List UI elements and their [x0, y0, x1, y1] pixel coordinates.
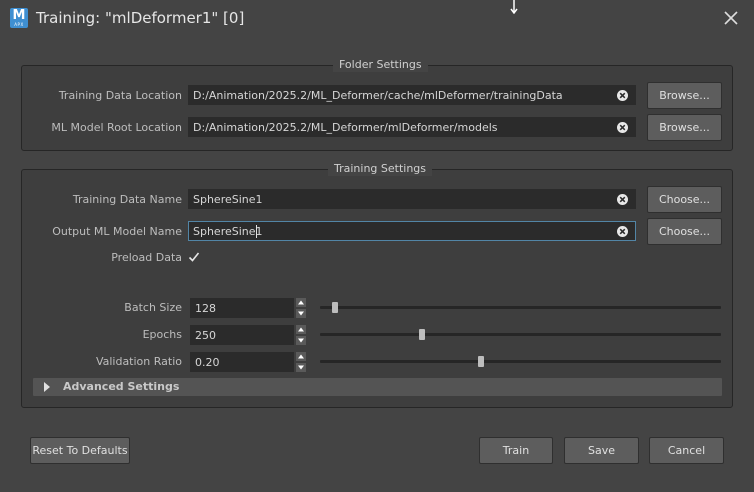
output-ml-model-name-value: SphereSine1 [193, 225, 263, 238]
choose-training-data-button[interactable]: Choose... [647, 186, 722, 213]
train-button[interactable]: Train [479, 437, 553, 464]
batch-size-value: 128 [195, 302, 216, 315]
preload-data-label: Preload Data [111, 251, 182, 264]
app-logo-sub: APX [14, 22, 24, 27]
maya-app-icon: M APX [10, 8, 28, 28]
validation-ratio-field[interactable]: 0.20 [190, 352, 294, 372]
batch-size-slider-handle[interactable] [331, 302, 338, 313]
window-title: Training: "mlDeformer1" [0] [36, 9, 245, 27]
epochs-slider[interactable] [320, 333, 721, 336]
save-button[interactable]: Save [564, 437, 639, 464]
spin-down-icon[interactable] [296, 309, 306, 318]
clear-icon[interactable] [617, 90, 628, 101]
validation-ratio-spinbox[interactable]: 0.20 [190, 352, 306, 372]
ml-model-root-location-field[interactable]: D:/Animation/2025.2/ML_Deformer/mlDeform… [188, 117, 636, 137]
expand-arrow-icon [44, 382, 50, 392]
validation-ratio-slider[interactable] [320, 360, 721, 363]
validation-ratio-slider-handle[interactable] [478, 356, 484, 367]
training-data-location-value: D:/Animation/2025.2/ML_Deformer/cache/ml… [193, 89, 563, 102]
browse-ml-model-root-button[interactable]: Browse... [647, 114, 722, 141]
batch-size-label: Batch Size [124, 301, 182, 314]
epochs-slider-handle[interactable] [418, 329, 425, 340]
preload-data-checkbox[interactable] [188, 251, 200, 263]
validation-ratio-label: Validation Ratio [95, 355, 182, 368]
training-data-location-field[interactable]: D:/Animation/2025.2/ML_Deformer/cache/ml… [188, 85, 636, 105]
browse-training-data-button[interactable]: Browse... [647, 82, 722, 109]
training-settings-title: Training Settings [328, 162, 433, 176]
epochs-spinbox[interactable]: 250 [190, 325, 306, 345]
output-ml-model-name-label: Output ML Model Name [52, 225, 182, 238]
training-data-name-label: Training Data Name [72, 193, 182, 206]
batch-size-slider[interactable] [320, 306, 721, 309]
spin-down-icon[interactable] [296, 336, 306, 345]
reset-to-defaults-button[interactable]: Reset To Defaults [30, 437, 130, 464]
training-data-name-field[interactable]: SphereSine1 [188, 189, 636, 209]
ml-model-root-location-label: ML Model Root Location [51, 121, 182, 134]
epochs-label: Epochs [142, 328, 182, 341]
clear-icon[interactable] [617, 226, 628, 237]
epochs-field[interactable]: 250 [190, 325, 294, 345]
advanced-settings-header[interactable]: Advanced Settings [33, 378, 722, 396]
batch-size-field[interactable]: 128 [190, 298, 294, 318]
advanced-settings-label: Advanced Settings [63, 380, 180, 393]
batch-size-spinbox[interactable]: 128 [190, 298, 306, 318]
cancel-button[interactable]: Cancel [649, 437, 724, 464]
training-data-location-label: Training Data Location [58, 89, 182, 102]
resize-cursor-icon [510, 0, 518, 14]
spin-down-icon[interactable] [296, 363, 306, 372]
choose-output-model-button[interactable]: Choose... [647, 218, 722, 245]
epochs-value: 250 [195, 329, 216, 342]
spin-up-icon[interactable] [296, 352, 306, 361]
clear-icon[interactable] [617, 122, 628, 133]
clear-icon[interactable] [617, 194, 628, 205]
title-bar: M APX Training: "mlDeformer1" [0] [0, 0, 754, 38]
validation-ratio-value: 0.20 [195, 356, 220, 369]
text-caret [256, 225, 257, 238]
output-ml-model-name-field[interactable]: SphereSine1 [188, 221, 636, 241]
ml-model-root-location-value: D:/Animation/2025.2/ML_Deformer/mlDeform… [193, 121, 498, 134]
folder-settings-title: Folder Settings [333, 58, 428, 72]
folder-settings-group: Folder Settings [21, 58, 733, 151]
spin-up-icon[interactable] [296, 298, 306, 307]
spin-up-icon[interactable] [296, 325, 306, 334]
app-logo-letter: M [12, 8, 26, 23]
training-data-name-value: SphereSine1 [193, 193, 263, 206]
close-icon[interactable] [722, 9, 740, 27]
